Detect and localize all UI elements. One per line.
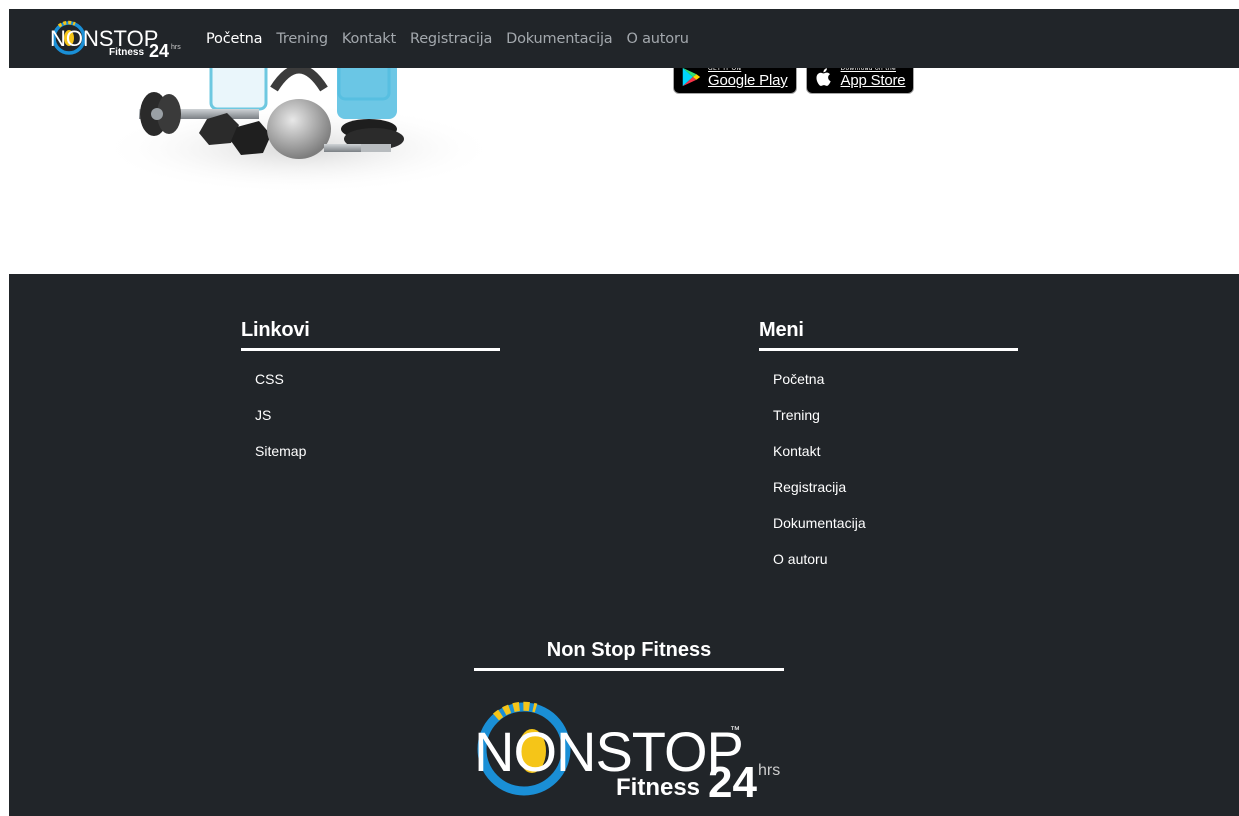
footer-menu-trening[interactable]: Trening bbox=[773, 407, 820, 423]
list-item: O autoru bbox=[773, 541, 1018, 577]
footer-menu-kontakt[interactable]: Kontakt bbox=[773, 443, 820, 459]
footer-menu-dokumentacija[interactable]: Dokumentacija bbox=[773, 515, 866, 531]
list-item: JS bbox=[255, 397, 500, 433]
nav-o-autoru[interactable]: O autoru bbox=[626, 31, 688, 47]
footer-links-column: Linkovi CSS JS Sitemap bbox=[241, 319, 500, 469]
footer-menu-registracija[interactable]: Registracija bbox=[773, 479, 846, 495]
brand-hours: 24 bbox=[149, 41, 169, 59]
footer-logo: NONSTOP ™ Fitness 24 hrs bbox=[474, 701, 780, 807]
list-item: Registracija bbox=[773, 469, 1018, 505]
footer-link-sitemap[interactable]: Sitemap bbox=[255, 443, 306, 459]
list-item: CSS bbox=[255, 361, 500, 397]
google-play-big: Google Play bbox=[708, 72, 788, 89]
footer-logo-tm: ™ bbox=[730, 725, 740, 736]
footer-logo-hrs: hrs bbox=[758, 762, 780, 779]
list-item: Kontakt bbox=[773, 433, 1018, 469]
footer-menu-title: Meni bbox=[759, 319, 1018, 351]
nav-pocetna[interactable]: Početna bbox=[206, 31, 263, 47]
footer-logo-hours: 24 bbox=[708, 758, 757, 799]
footer-brand-title: Non Stop Fitness bbox=[474, 639, 784, 671]
list-item: Početna bbox=[773, 361, 1018, 397]
main-nav: Početna Trening Kontakt Registracija Dok… bbox=[206, 9, 703, 68]
footer-logo-word: NONSTOP bbox=[474, 720, 743, 783]
app-store-big: App Store bbox=[840, 72, 906, 89]
brand-logo[interactable]: NONSTOP Fitness 24 hrs bbox=[49, 19, 189, 59]
footer-link-js[interactable]: JS bbox=[255, 407, 271, 423]
nav-kontakt[interactable]: Kontakt bbox=[342, 31, 396, 47]
nav-trening[interactable]: Trening bbox=[276, 31, 328, 47]
footer: Linkovi CSS JS Sitemap Meni Početna Tren… bbox=[9, 274, 1239, 816]
footer-menu-o-autoru[interactable]: O autoru bbox=[773, 551, 827, 567]
brand-hrs: hrs bbox=[171, 44, 181, 51]
list-item: Trening bbox=[773, 397, 1018, 433]
list-item: Sitemap bbox=[255, 433, 500, 469]
brand-sub: Fitness bbox=[109, 47, 144, 58]
footer-links-list: CSS JS Sitemap bbox=[241, 361, 500, 469]
footer-logo-sub: Fitness bbox=[616, 774, 700, 799]
navbar: NONSTOP Fitness 24 hrs Početna Trening K… bbox=[9, 9, 1239, 68]
google-play-icon bbox=[682, 67, 701, 87]
footer-menu-list: Početna Trening Kontakt Registracija Dok… bbox=[759, 361, 1018, 577]
footer-menu-pocetna[interactable]: Početna bbox=[773, 371, 824, 387]
footer-brand: Non Stop Fitness NONSTOP ™ Fitness 24 hr… bbox=[474, 639, 784, 807]
footer-links-title: Linkovi bbox=[241, 319, 500, 351]
list-item: Dokumentacija bbox=[773, 505, 1018, 541]
nav-registracija[interactable]: Registracija bbox=[410, 31, 492, 47]
footer-menu-column: Meni Početna Trening Kontakt Registracij… bbox=[759, 319, 1018, 577]
footer-link-css[interactable]: CSS bbox=[255, 371, 284, 387]
apple-icon bbox=[816, 68, 831, 86]
page: NONSTOP Fitness 24 hrs Početna Trening K… bbox=[9, 9, 1239, 816]
nav-dokumentacija[interactable]: Dokumentacija bbox=[506, 31, 613, 47]
